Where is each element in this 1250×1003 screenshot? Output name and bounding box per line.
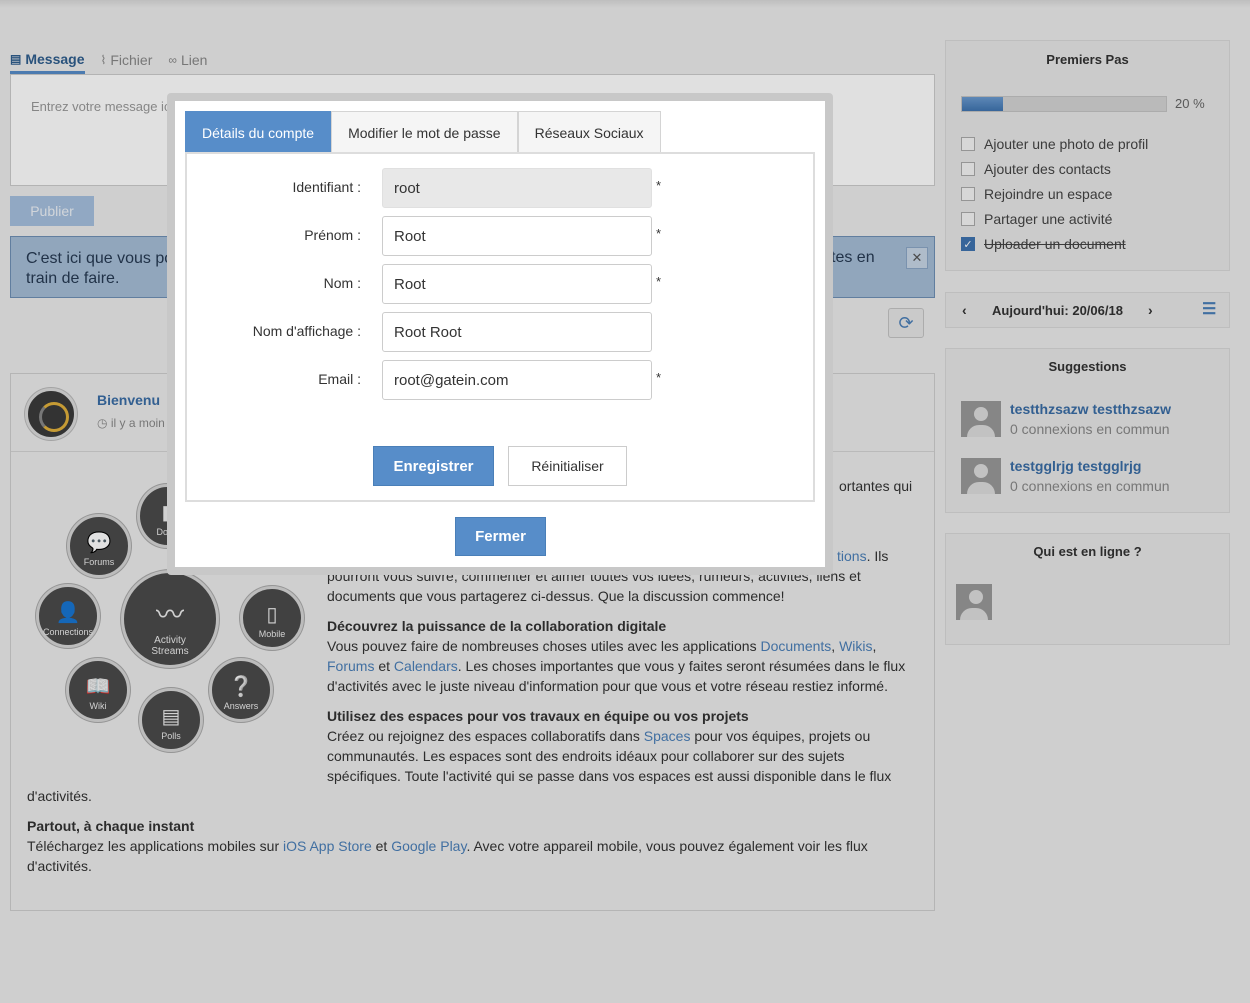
lastname-field[interactable] [382, 264, 652, 304]
save-button[interactable]: Enregistrer [373, 446, 494, 486]
required-marker: * [656, 226, 662, 241]
reset-button[interactable]: Réinitialiser [508, 446, 627, 486]
username-label: Identifiant : [292, 179, 362, 195]
email-label: Email : [318, 371, 361, 387]
firstname-field[interactable] [382, 216, 652, 256]
firstname-label: Prénom : [304, 227, 361, 243]
email-field[interactable] [382, 360, 652, 400]
tab-account-details[interactable]: Détails du compte [185, 111, 332, 153]
required-marker: * [656, 370, 662, 385]
username-field[interactable] [382, 168, 652, 208]
tab-social-networks[interactable]: Réseaux Sociaux [517, 111, 661, 153]
close-button[interactable]: Fermer [455, 517, 546, 556]
displayname-field[interactable] [382, 312, 652, 352]
lastname-label: Nom : [323, 275, 361, 291]
modal-tabs: Détails du compte Modifier le mot de pas… [185, 111, 661, 153]
required-marker: * [656, 178, 662, 193]
tab-change-password[interactable]: Modifier le mot de passe [331, 111, 518, 153]
displayname-label: Nom d'affichage : [252, 323, 361, 339]
account-form: Identifiant : * Prénom : * Nom : * Nom d… [185, 152, 815, 502]
account-modal: Détails du compte Modifier le mot de pas… [167, 93, 833, 575]
required-marker: * [656, 274, 662, 289]
